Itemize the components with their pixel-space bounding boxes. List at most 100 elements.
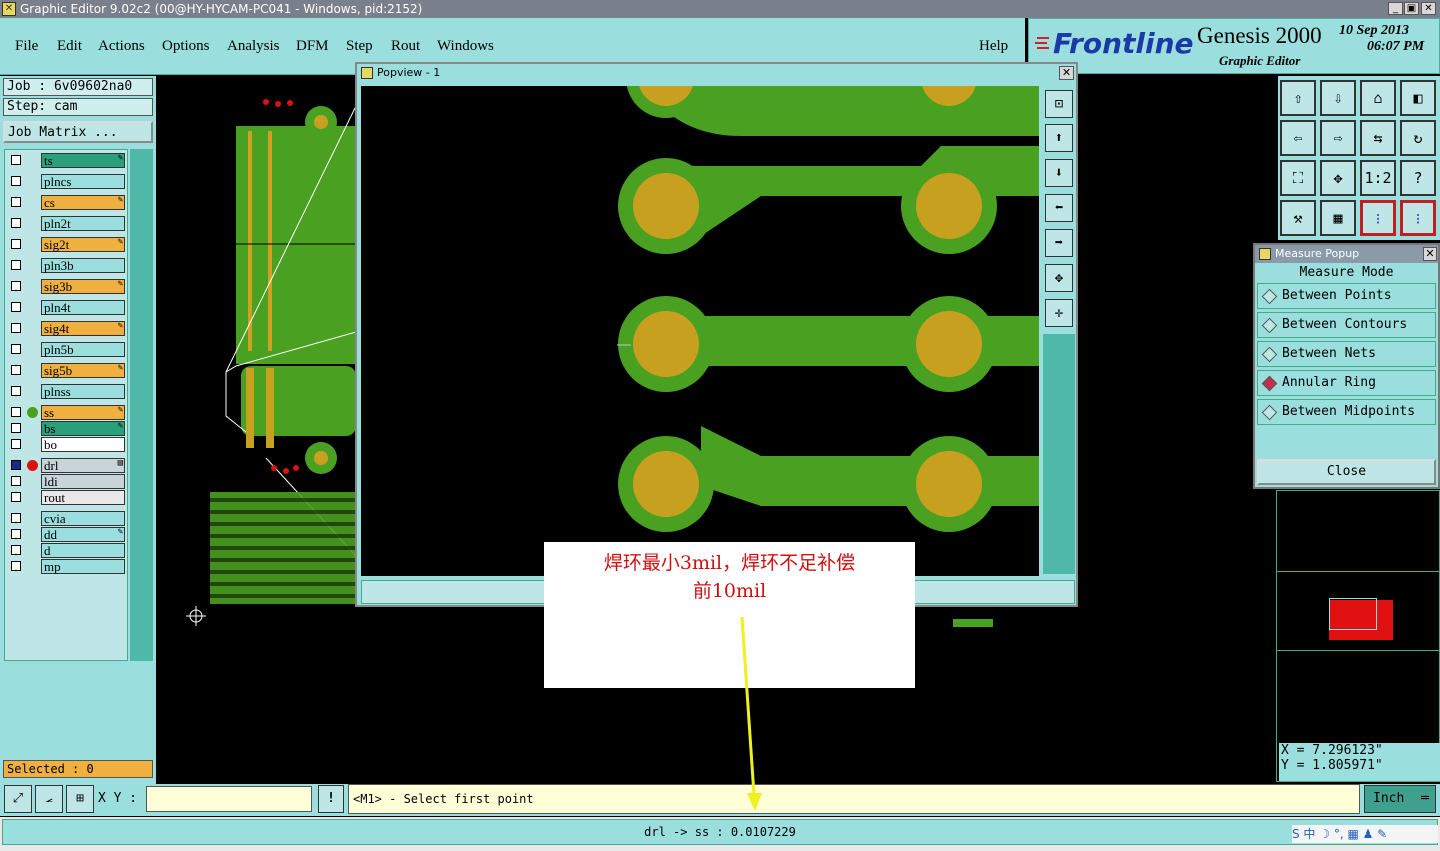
layer-row-sig3b[interactable]: sig3b ✎ (7, 279, 127, 294)
restore-button[interactable]: ▣ (1404, 2, 1419, 15)
menu-options[interactable]: Options (162, 38, 210, 55)
layer-row-mp[interactable]: mp (7, 559, 127, 574)
menu-analysis[interactable]: Analysis (227, 38, 280, 55)
pan-right-icon[interactable]: ⇨ (1320, 120, 1356, 156)
layer-name[interactable]: plncs (41, 174, 125, 189)
layer-checkbox[interactable] (11, 476, 21, 486)
menu-rout[interactable]: Rout (391, 38, 420, 55)
popview-canvas[interactable] (361, 86, 1039, 576)
layer-checkbox[interactable] (11, 260, 21, 270)
layer-row-pln2t[interactable]: pln2t (7, 216, 127, 231)
layer-row-sig5b[interactable]: sig5b ✎ (7, 363, 127, 378)
popview-close-button[interactable]: ✕ (1059, 66, 1074, 80)
layer-row-rout[interactable]: rout (7, 490, 127, 505)
split-view-icon[interactable]: ◧ (1400, 80, 1436, 116)
menu-windows[interactable]: Windows (437, 38, 494, 55)
popview-pan-down-icon[interactable]: ⬇ (1045, 159, 1073, 187)
layer-checkbox[interactable] (11, 513, 21, 523)
layer-name[interactable]: dd (41, 527, 125, 542)
layer-checkbox[interactable] (11, 423, 21, 433)
measure-close-icon[interactable]: ✕ (1423, 247, 1437, 261)
overview-map[interactable] (1277, 571, 1439, 651)
layer-row-ts[interactable]: ts ✎ (7, 153, 127, 168)
xy-input[interactable] (146, 786, 312, 812)
layer-checkbox[interactable] (11, 439, 21, 449)
help-icon[interactable]: ? (1400, 160, 1436, 196)
redraw-icon[interactable]: ↻ (1400, 120, 1436, 156)
menu-edit[interactable]: Edit (57, 38, 82, 55)
measure-option-between-nets[interactable]: Between Nets (1257, 341, 1436, 367)
menu-file[interactable]: File (15, 38, 38, 55)
layer-name[interactable]: cvia (41, 511, 125, 526)
menu-dfm[interactable]: DFM (296, 38, 329, 55)
measure-close-button[interactable]: Close (1257, 459, 1436, 485)
popview-zoom-icon[interactable]: ⊡ (1045, 90, 1073, 118)
layer-checkbox[interactable] (11, 176, 21, 186)
popview-pan-left-icon[interactable]: ⬅ (1045, 194, 1073, 222)
overview-view-box[interactable] (1329, 598, 1377, 630)
layer-name[interactable]: sig3b (41, 279, 125, 294)
layer-row-d[interactable]: d (7, 543, 127, 558)
drill-check-2-icon[interactable]: ⁝ (1400, 200, 1436, 236)
layer-row-bs[interactable]: bs ✎ (7, 421, 127, 436)
zoom-home-icon[interactable]: ⇧ (1280, 80, 1316, 116)
menu-step[interactable]: Step (346, 38, 373, 55)
center-icon[interactable]: ✥ (1320, 160, 1356, 196)
layer-name[interactable]: ss (41, 405, 125, 420)
layer-name[interactable]: sig2t (41, 237, 125, 252)
one-to-one-icon[interactable]: 1:2 (1360, 160, 1396, 196)
layer-name[interactable]: pln2t (41, 216, 125, 231)
menu-actions[interactable]: Actions (98, 38, 145, 55)
zoom-in-icon[interactable]: ⇩ (1320, 80, 1356, 116)
layer-row-sig4t[interactable]: sig4t ✎ (7, 321, 127, 336)
measure-option-between-midpoints[interactable]: Between Midpoints (1257, 399, 1436, 425)
layer-row-bo[interactable]: bo (7, 437, 127, 452)
layer-checkbox[interactable] (11, 302, 21, 312)
layer-row-pln4t[interactable]: pln4t (7, 300, 127, 315)
layer-name[interactable]: ldi (41, 474, 125, 489)
layer-name[interactable]: sig5b (41, 363, 125, 378)
layer-name[interactable]: drl (41, 458, 125, 473)
layer-checkbox[interactable] (11, 529, 21, 539)
layer-name[interactable]: pln4t (41, 300, 125, 315)
layer-name[interactable]: pln3b (41, 258, 125, 273)
snap-icon[interactable]: ⚒ (1280, 200, 1316, 236)
grid-icon[interactable]: ▦ (1320, 200, 1356, 236)
popview-pan-right-icon[interactable]: ➡ (1045, 229, 1073, 257)
layer-name[interactable]: sig4t (41, 321, 125, 336)
layer-checkbox[interactable] (11, 218, 21, 228)
fit-icon[interactable]: ⛶ (1280, 160, 1316, 196)
main-canvas[interactable] (156, 76, 356, 782)
layer-row-plnss[interactable]: plnss (7, 384, 127, 399)
layer-checkbox[interactable] (11, 492, 21, 502)
layer-row-pln5b[interactable]: pln5b (7, 342, 127, 357)
pan-left-icon[interactable]: ⇦ (1280, 120, 1316, 156)
drill-check-icon[interactable]: ⁝ (1360, 200, 1396, 236)
job-matrix-button[interactable]: Job Matrix ... (3, 121, 153, 143)
layer-name[interactable]: d (41, 543, 125, 558)
layer-checkbox[interactable] (11, 407, 21, 417)
grid-snap-icon[interactable]: ⊞ (66, 785, 94, 813)
layer-row-dd[interactable]: dd ✎ (7, 527, 127, 542)
layer-name[interactable]: cs (41, 195, 125, 210)
layer-row-drl[interactable]: drl ▤ (7, 458, 127, 473)
alert-icon[interactable]: ! (318, 785, 344, 813)
layer-name[interactable]: bo (41, 437, 125, 452)
layer-name[interactable]: pln5b (41, 342, 125, 357)
ime-tray[interactable]: S 中 ☽ °, ▦ ♟ ✎ (1292, 825, 1438, 843)
layer-checkbox[interactable] (11, 323, 21, 333)
minimize-button[interactable]: _ (1388, 2, 1403, 15)
snap-icon[interactable]: ⤢ (4, 785, 32, 813)
layer-checkbox[interactable] (11, 155, 21, 165)
layer-row-ss[interactable]: ss ✎ (7, 405, 127, 420)
layer-row-ldi[interactable]: ldi (7, 474, 127, 489)
layer-row-pln3b[interactable]: pln3b (7, 258, 127, 273)
layer-checkbox[interactable] (11, 386, 21, 396)
layer-row-cvia[interactable]: cvia (7, 511, 127, 526)
layer-row-sig2t[interactable]: sig2t ✎ (7, 237, 127, 252)
popview-pan-up-icon[interactable]: ⬆ (1045, 124, 1073, 152)
home-icon[interactable]: ⌂ (1360, 80, 1396, 116)
layer-row-cs[interactable]: cs ✎ (7, 195, 127, 210)
popview-scrollbar[interactable] (1043, 334, 1075, 574)
menu-help[interactable]: Help (979, 38, 1008, 55)
